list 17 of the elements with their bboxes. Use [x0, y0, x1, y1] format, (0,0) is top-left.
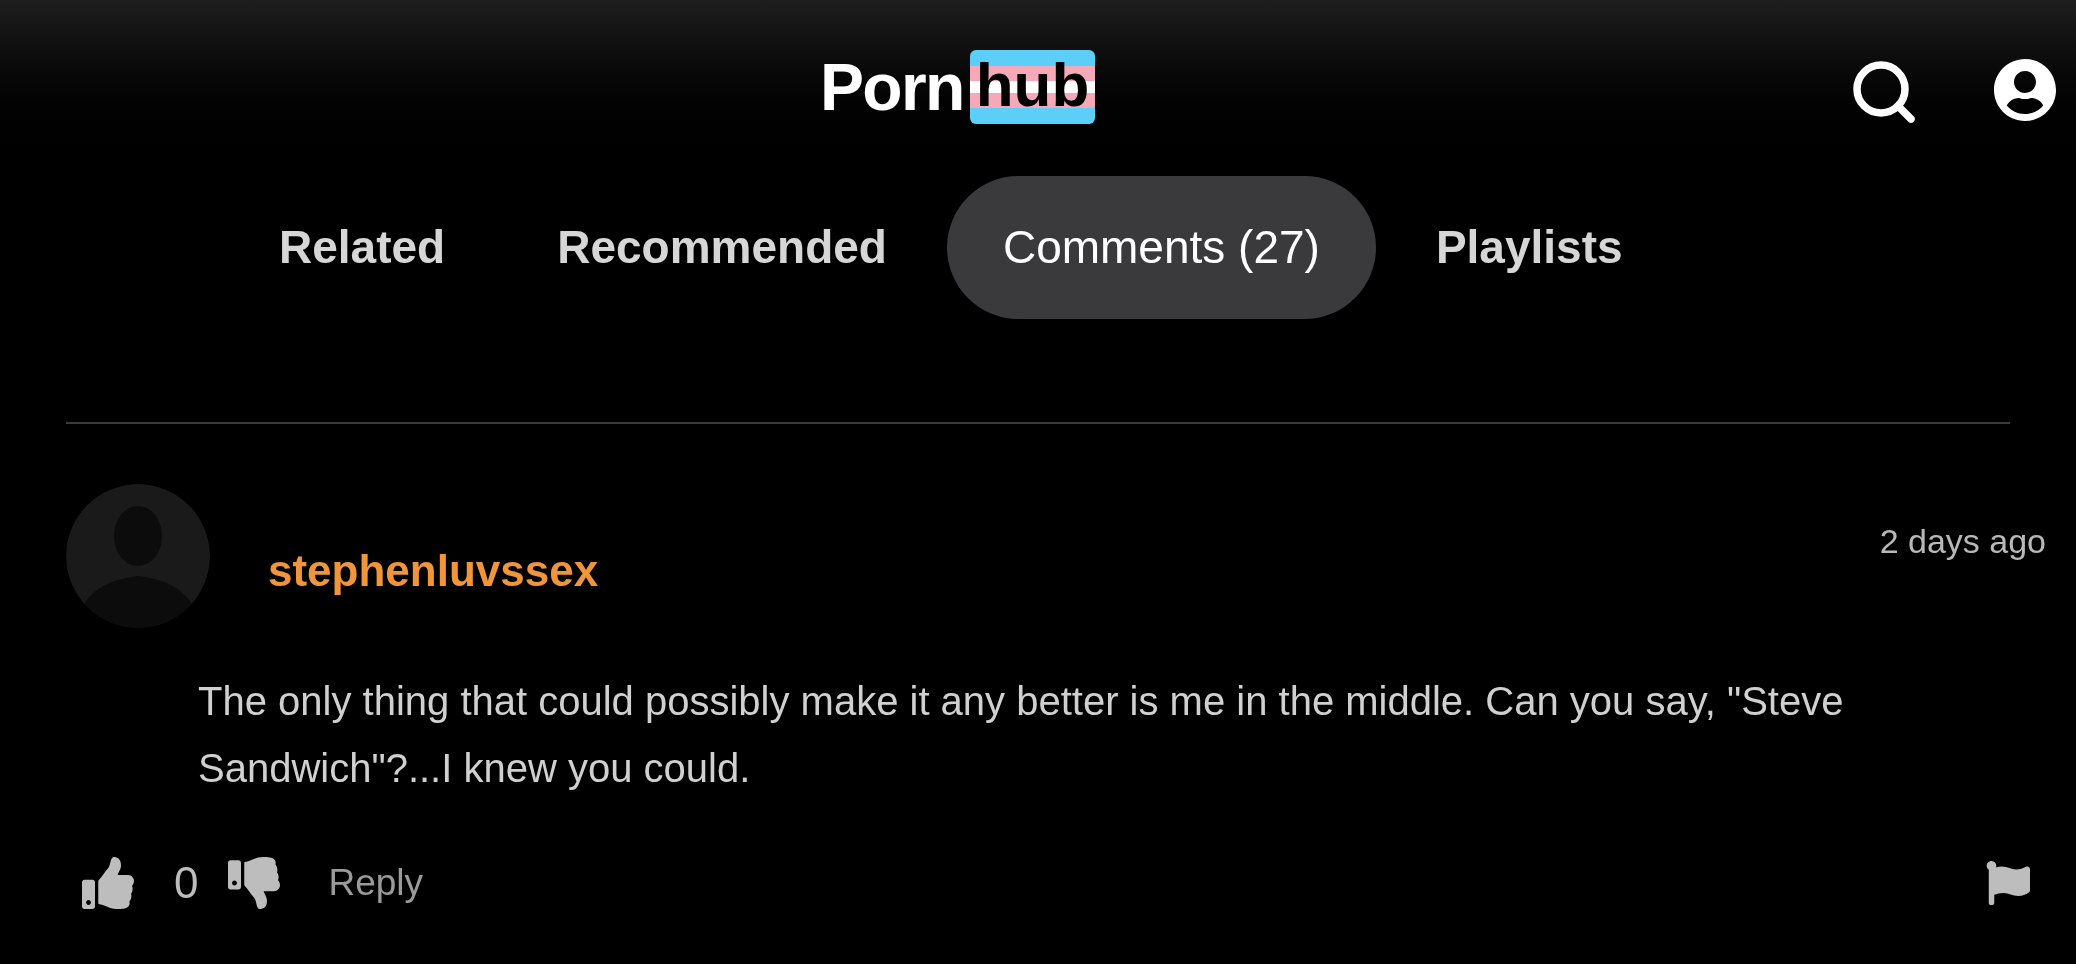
tab[interactable]: Recommended: [501, 175, 943, 319]
thumbs-down-icon[interactable]: [228, 857, 281, 909]
logo-badge: hub: [969, 50, 1096, 124]
vote-count: 0: [174, 857, 199, 909]
user-icon[interactable]: [1993, 58, 2057, 122]
username-link[interactable]: stephenluvssex: [268, 538, 599, 604]
logo-text: Porn: [820, 54, 964, 120]
comment-text: The only thing that could possibly make it any better is me in the middle. Can you say, "Steve Sandwich"?...I knew you could.: [198, 678, 1845, 792]
tab[interactable]: Comments (27): [946, 175, 1376, 319]
tab[interactable]: Playlists: [1379, 175, 1679, 319]
flag-icon[interactable]: [1986, 861, 2030, 905]
thumbs-up-icon[interactable]: [82, 857, 134, 909]
reply-button[interactable]: Reply: [328, 855, 424, 911]
comment-time: 2 days ago: [1879, 521, 2046, 562]
tab[interactable]: Related: [279, 175, 502, 319]
site-logo[interactable]: Porn hub: [820, 50, 1096, 124]
avatar-icon: [66, 484, 210, 628]
